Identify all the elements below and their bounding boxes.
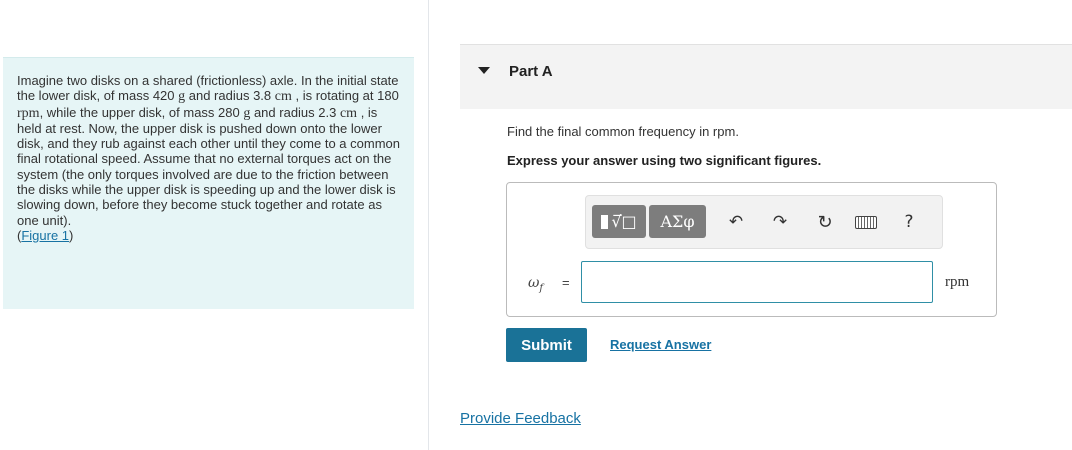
provide-feedback-link[interactable]: Provide Feedback xyxy=(460,410,581,427)
part-a-header[interactable]: Part A xyxy=(460,44,1072,109)
problem-text: , while the upper disk, of mass 280 xyxy=(39,104,244,120)
help-icon[interactable]: ? xyxy=(896,209,922,235)
variable-subscript: f xyxy=(539,282,544,294)
question-text: Find the final common frequency in rpm. xyxy=(507,124,739,139)
reset-icon[interactable]: ↻ xyxy=(812,209,838,235)
redo-icon[interactable]: ↷ xyxy=(767,209,793,235)
omega-symbol: ω xyxy=(528,275,540,291)
paren-close: ) xyxy=(69,227,74,243)
caret-down-icon[interactable] xyxy=(478,67,490,74)
unit-cm: cm xyxy=(339,105,358,121)
variable-label: ωf xyxy=(528,275,543,294)
problem-statement: Imagine two disks on a shared (frictionl… xyxy=(3,57,414,309)
figure-1-link[interactable]: Figure 1 xyxy=(21,228,69,243)
instruction-text: Express your answer using two significan… xyxy=(507,153,822,168)
unit-cm: cm xyxy=(274,89,292,105)
request-answer-link[interactable]: Request Answer xyxy=(610,337,711,352)
templates-button[interactable]: √̅□ xyxy=(592,205,646,238)
radical-icon: √̅□ xyxy=(611,212,637,231)
keyboard-icon[interactable] xyxy=(853,209,879,235)
math-toolbar: √̅□ ΑΣφ ↶ ↷ ↻ ? xyxy=(585,195,943,249)
symbols-button[interactable]: ΑΣφ xyxy=(649,205,706,238)
unit-label: rpm xyxy=(945,274,970,290)
problem-text: and radius 2.3 xyxy=(250,104,340,120)
problem-text: and radius 3.8 xyxy=(185,88,275,104)
problem-text: , is rotating at 180 xyxy=(291,88,399,104)
answer-input[interactable] xyxy=(581,261,933,303)
unit-rpm: rpm xyxy=(17,105,40,121)
equals-sign: = xyxy=(562,275,570,290)
part-title: Part A xyxy=(509,63,553,80)
undo-icon[interactable]: ↶ xyxy=(723,209,749,235)
problem-text: , is held at rest. Now, the upper disk i… xyxy=(17,104,400,228)
answer-box: √̅□ ΑΣφ ↶ ↷ ↻ ? ωf = rpm xyxy=(506,182,997,317)
panel-divider xyxy=(428,0,429,450)
block-icon xyxy=(601,214,609,229)
submit-button[interactable]: Submit xyxy=(506,328,587,362)
